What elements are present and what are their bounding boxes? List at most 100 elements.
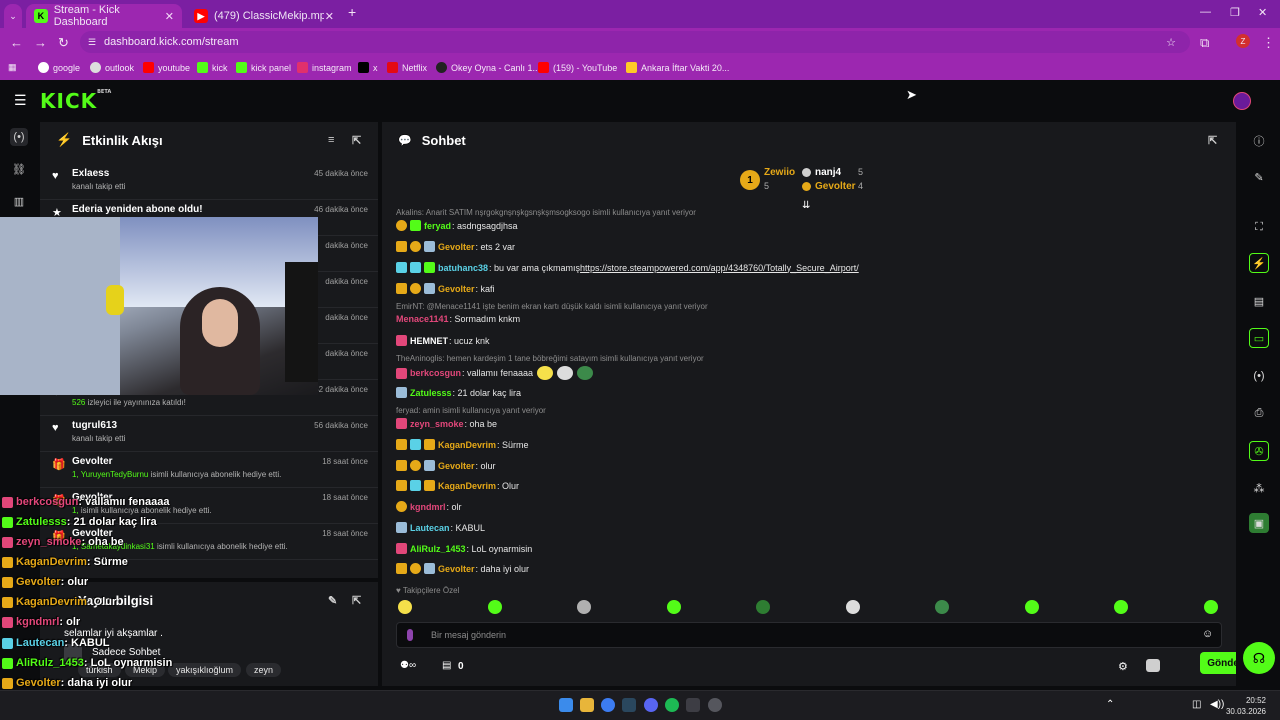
bookmark-star-icon[interactable]: ☆ xyxy=(1166,36,1176,49)
help-float-button[interactable]: ☊ xyxy=(1243,642,1275,674)
user-avatar[interactable] xyxy=(1233,92,1251,110)
bookmark-ankara-iftar[interactable]: Ankara İftar Vakti 20... xyxy=(626,62,729,73)
chat-username[interactable]: Lautecan xyxy=(410,523,450,533)
emote-icon[interactable] xyxy=(935,600,949,614)
chrome-icon[interactable] xyxy=(601,698,615,712)
close-icon[interactable]: ✕ xyxy=(165,10,174,23)
spotify-icon[interactable] xyxy=(665,698,679,712)
kick-logo[interactable]: KICKBETA xyxy=(40,89,111,113)
popout-icon[interactable]: ⇱ xyxy=(352,134,361,147)
bookmark-youtube[interactable]: youtube xyxy=(143,62,190,73)
tray-chevron-icon[interactable]: ⌃ xyxy=(1106,699,1114,710)
extensions-icon[interactable]: ⧉ xyxy=(1200,35,1209,51)
app-launch-icon[interactable]: ▣ xyxy=(1249,513,1269,533)
tag-yakisiklioglum[interactable]: yakışıklıoğlum xyxy=(168,663,242,677)
chat-username[interactable]: KaganDevrim xyxy=(438,481,496,491)
tab-search-button[interactable]: ⌄ xyxy=(4,4,22,28)
bookmark-okey[interactable]: Okey Oyna - Canlı 1... xyxy=(436,62,540,73)
chat-username[interactable]: Menace1141 xyxy=(396,314,449,324)
chat-username[interactable]: berkcosgun xyxy=(410,368,461,378)
popout-icon[interactable]: ⇱ xyxy=(352,594,361,607)
wrench-icon[interactable]: ✇ xyxy=(1249,441,1269,461)
close-icon[interactable]: ✕ xyxy=(325,10,334,23)
windows-start-icon[interactable] xyxy=(559,698,573,712)
address-bar[interactable]: ☰ dashboard.kick.com/stream ☆ xyxy=(80,31,1190,53)
chat-username[interactable]: Gevolter xyxy=(438,564,475,574)
link-icon[interactable]: ⛓ xyxy=(10,160,28,178)
bookmark-netflix[interactable]: Netflix xyxy=(387,62,427,73)
chat-username[interactable]: KaganDevrim xyxy=(438,440,496,450)
emote-icon[interactable] xyxy=(845,600,860,614)
bookmark-x[interactable]: x xyxy=(358,62,378,73)
bookmark-google[interactable]: google xyxy=(38,62,80,73)
reply-context[interactable]: Akalins: Anarit SATIM nşrgokgnşnşkgsnşkş… xyxy=(396,208,696,217)
emote-icon[interactable] xyxy=(666,600,681,614)
filter-icon[interactable]: ≡ xyxy=(328,134,334,146)
bookmark-instagram[interactable]: instagram xyxy=(297,62,352,73)
edit-icon[interactable]: ✎ xyxy=(1249,167,1269,187)
system-clock[interactable]: 20:52 30.03.2026 xyxy=(1226,695,1266,717)
forward-icon[interactable]: → xyxy=(34,35,47,50)
reply-context[interactable]: feryad: amin isimli kullanıcıya yanıt ve… xyxy=(396,406,546,415)
screen-capture-icon[interactable]: ⛶ xyxy=(1249,217,1269,237)
microphone-icon[interactable] xyxy=(407,629,413,641)
chat-username[interactable]: Gevolter xyxy=(438,284,475,294)
more-menu-icon[interactable]: ⋮ xyxy=(1262,35,1275,51)
chat-link[interactable]: https://store.steampowered.com/app/43487… xyxy=(580,263,859,273)
steam-icon[interactable] xyxy=(622,698,636,712)
file-explorer-icon[interactable] xyxy=(580,698,594,712)
chat-username[interactable]: batuhanc38 xyxy=(438,263,488,273)
discord-icon[interactable] xyxy=(644,698,658,712)
emote-picker-icon[interactable] xyxy=(1146,659,1160,672)
tray-wifi-icon[interactable]: ◫ xyxy=(1192,699,1201,710)
apps-icon[interactable]: ▦ xyxy=(8,62,17,73)
bookmark-kick[interactable]: kick xyxy=(197,62,228,73)
settings-icon[interactable] xyxy=(708,698,722,712)
tray-volume-icon[interactable]: ◀)) xyxy=(1210,699,1224,710)
emote-icon[interactable] xyxy=(756,600,770,614)
emote-icon[interactable] xyxy=(1114,600,1128,614)
reply-context[interactable]: EmirNT: @Menace1141 işte benim ekran kar… xyxy=(396,302,708,311)
viewers-infinity-icon[interactable]: ⚉∞ xyxy=(400,660,416,671)
activity-lightning-icon[interactable]: ⚡ xyxy=(1249,253,1269,273)
bookmark-outlook[interactable]: outlook xyxy=(90,62,134,73)
popout-icon[interactable]: ⇱ xyxy=(1208,134,1217,147)
broadcast-icon[interactable]: (•) xyxy=(1249,366,1269,386)
printer-icon[interactable]: ⎙ xyxy=(1249,403,1269,423)
close-window-button[interactable]: ✕ xyxy=(1258,6,1267,19)
emote-icon[interactable] xyxy=(487,600,502,614)
minimize-button[interactable]: — xyxy=(1200,6,1211,18)
reload-icon[interactable]: ↻ xyxy=(58,35,69,51)
chat-bubble-icon[interactable]: ▭ xyxy=(1249,328,1269,348)
settings-gear-icon[interactable]: ⚙ xyxy=(1118,660,1128,673)
chat-username[interactable]: zeyn_smoke xyxy=(410,419,464,429)
trash-icon[interactable]: ▤ xyxy=(442,660,451,671)
profile-avatar[interactable]: Z xyxy=(1236,34,1250,48)
chat-username[interactable]: Gevolter xyxy=(438,461,475,471)
emote-icon[interactable] xyxy=(398,600,412,614)
document-icon[interactable]: ▤ xyxy=(1249,291,1269,311)
edit-icon[interactable]: ✎ xyxy=(328,594,337,607)
site-info-icon[interactable]: ☰ xyxy=(88,37,96,48)
chat-username[interactable]: kgndmrl xyxy=(410,502,446,512)
info-icon[interactable]: ⓘ xyxy=(1249,131,1269,151)
chat-input-box[interactable]: Bir mesaj gönderin ☺ xyxy=(396,622,1222,648)
emote-icon[interactable] xyxy=(577,600,591,614)
chat-input[interactable]: Bir mesaj gönderin xyxy=(431,630,506,640)
chat-username[interactable]: Zatulesss xyxy=(410,388,452,398)
hamburger-menu-icon[interactable]: ☰ xyxy=(14,92,27,109)
tab-youtube[interactable]: ▶ (479) ClassicMekip.mp4 7.0 ks... ✕ xyxy=(186,4,342,28)
send-button[interactable]: Gönder xyxy=(1200,652,1236,674)
analytics-icon[interactable]: ▥ xyxy=(10,192,28,210)
share-nodes-icon[interactable]: ⁂ xyxy=(1249,478,1269,498)
emote-icon[interactable] xyxy=(1024,600,1039,614)
chat-username[interactable]: AliRulz_1453 xyxy=(410,544,466,554)
new-tab-button[interactable]: + xyxy=(348,4,356,20)
maximize-button[interactable]: ❐ xyxy=(1230,6,1240,19)
bookmark-youtube-159[interactable]: (159) - YouTube xyxy=(538,62,617,73)
emoji-icon[interactable]: ☺ xyxy=(1202,628,1213,640)
chat-username[interactable]: HEMNET xyxy=(410,336,448,346)
emote-icon[interactable] xyxy=(1203,600,1218,614)
tab-kick-dashboard[interactable]: K Stream - Kick Dashboard ✕ xyxy=(26,4,182,28)
stream-broadcast-icon[interactable]: (•) xyxy=(10,128,28,146)
